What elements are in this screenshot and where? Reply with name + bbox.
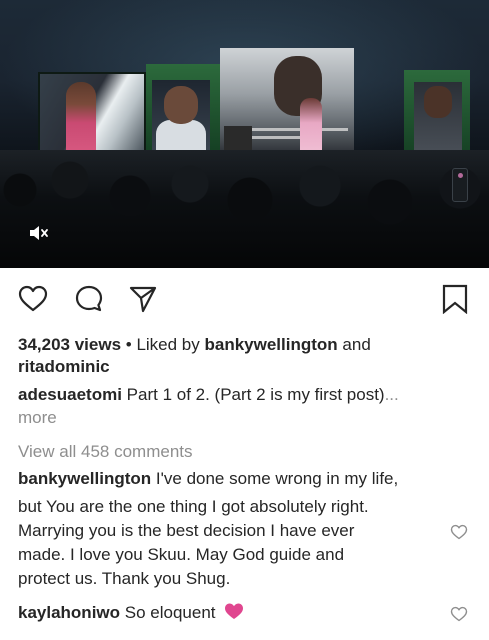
comment-like-heart-icon[interactable] xyxy=(450,606,468,622)
pink-heart-icon xyxy=(225,603,244,619)
likes-summary: 34,203 views • Liked by bankywellington … xyxy=(18,334,371,356)
likes-summary-continued: ritadominic xyxy=(18,356,110,378)
liked-by-prefix: • Liked by xyxy=(125,335,200,354)
view-all-comments-link[interactable]: View all 458 comments xyxy=(18,441,193,463)
comment-username[interactable]: kaylahoniwo xyxy=(18,603,120,622)
portrait-face xyxy=(424,86,452,118)
post-video[interactable] xyxy=(0,0,489,268)
comment-item: kaylahoniwo So eloquent xyxy=(18,602,244,624)
post-caption: adesuaetomi Part 1 of 2. (Part 2 is my f… xyxy=(18,384,399,406)
view-count[interactable]: 34,203 views xyxy=(18,335,121,354)
comment-text: protect us. Thank you Shug. xyxy=(18,569,231,588)
stage-screen-left xyxy=(38,72,146,154)
comment-text: I've done some wrong in my life, xyxy=(155,469,399,488)
liked-by-and: and xyxy=(342,335,371,354)
stage-screen-right xyxy=(414,82,462,156)
caption-text: Part 1 of 2. (Part 2 is my first post) xyxy=(126,385,385,404)
paper-plane-icon[interactable] xyxy=(128,284,158,314)
audience-crowd xyxy=(0,150,489,268)
comment-text: but You are the one thing I got absolute… xyxy=(18,497,369,516)
speech-bubble-icon[interactable] xyxy=(74,284,104,314)
caption-ellipsis: ... xyxy=(384,385,399,404)
portrait-face xyxy=(164,86,198,124)
speaker-muted-icon[interactable] xyxy=(28,224,50,242)
post-action-bar xyxy=(0,280,489,320)
stage-screen-portrait xyxy=(152,80,210,154)
liked-by-user-link[interactable]: bankywellington xyxy=(205,335,338,354)
comment-item: bankywellington I've done some wrong in … xyxy=(18,468,398,490)
audience-phone xyxy=(452,168,468,202)
comment-like-heart-icon[interactable] xyxy=(450,524,468,540)
comment-text: made. I love you Skuu. May God guide and xyxy=(18,545,345,564)
liked-by-user-link[interactable]: ritadominic xyxy=(18,357,110,376)
caption-more-link[interactable]: more xyxy=(18,407,57,429)
comment-text: Marrying you is the best decision I have… xyxy=(18,521,355,540)
bookmark-icon[interactable] xyxy=(440,284,470,314)
portrait-shirt xyxy=(156,120,206,154)
screen-person xyxy=(66,82,96,152)
caption-username[interactable]: adesuaetomi xyxy=(18,385,122,404)
heart-outline-icon[interactable] xyxy=(18,284,48,314)
comment-username[interactable]: bankywellington xyxy=(18,469,151,488)
comment-text: So eloquent xyxy=(124,603,216,622)
